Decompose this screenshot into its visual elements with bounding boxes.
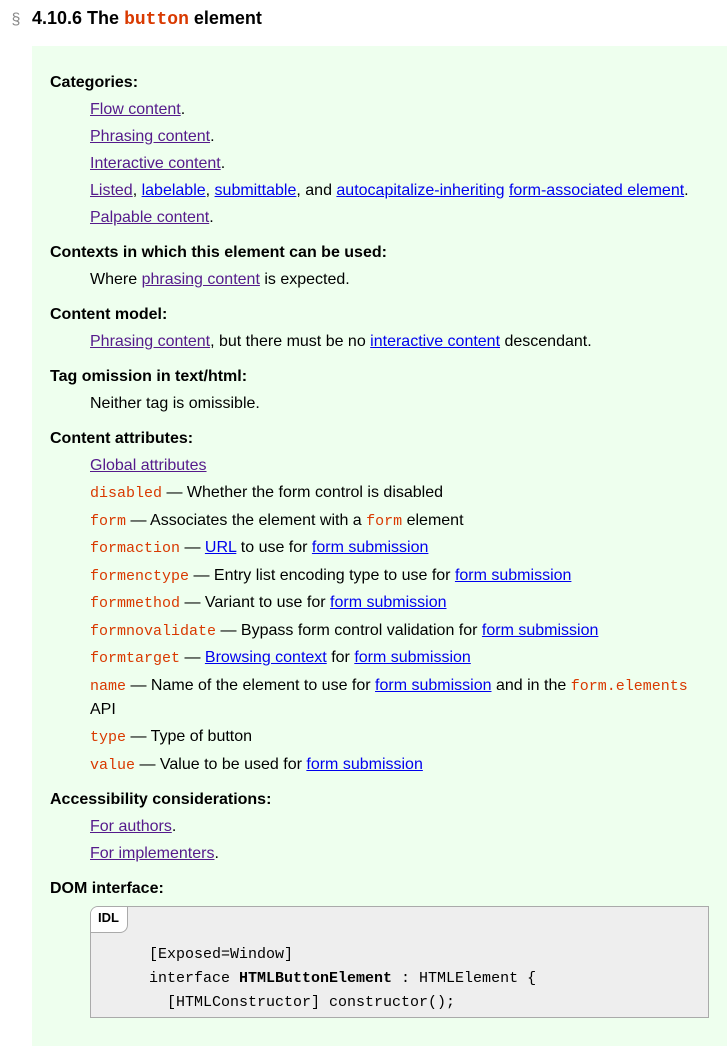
- link-form-submission-5[interactable]: form submission: [354, 649, 470, 666]
- attr-formenctype-desc: — Entry list encoding type to use for: [189, 567, 455, 584]
- element-definition-box: Categories: Flow content. Phrasing conte…: [32, 46, 727, 1046]
- attr-name-desc3: API: [90, 701, 116, 718]
- link-form-submission-3[interactable]: form submission: [330, 594, 446, 611]
- idl-line1: [Exposed=Window]: [149, 946, 293, 963]
- attr-formnovalidate-desc: — Bypass form control validation for: [216, 622, 482, 639]
- link-autocapitalize-inheriting[interactable]: autocapitalize-inheriting: [336, 182, 504, 199]
- dom-interface-label: DOM interface:: [50, 880, 709, 898]
- attr-type[interactable]: type: [90, 729, 126, 746]
- content-model-label: Content model:: [50, 306, 709, 324]
- attr-name-desc2: and in the: [492, 677, 571, 694]
- link-listed[interactable]: Listed: [90, 182, 133, 199]
- attr-name[interactable]: name: [90, 678, 126, 695]
- attr-form-desc2: element: [402, 512, 463, 529]
- link-form-submission-6[interactable]: form submission: [375, 677, 491, 694]
- link-browsing-context[interactable]: Browsing context: [205, 649, 327, 666]
- attr-formtarget-desc2: for: [327, 649, 355, 666]
- section-heading: 4.10.6 The button element: [32, 8, 262, 30]
- attr-form[interactable]: form: [90, 513, 126, 530]
- contexts-text2: is expected.: [260, 271, 350, 288]
- dash: —: [180, 539, 205, 556]
- link-palpable-content[interactable]: Palpable content: [90, 209, 209, 226]
- attr-formtarget[interactable]: formtarget: [90, 650, 180, 667]
- attr-disabled-desc: — Whether the form control is disabled: [162, 484, 443, 501]
- link-phrasing-content-3[interactable]: Phrasing content: [90, 333, 210, 350]
- text-and: , and: [296, 182, 336, 199]
- idl-line2c: : HTMLElement {: [392, 970, 536, 987]
- link-phrasing-content-2[interactable]: phrasing content: [142, 271, 260, 288]
- attr-disabled[interactable]: disabled: [90, 485, 162, 502]
- heading-prefix: 4.10.6 The: [32, 8, 124, 28]
- link-for-authors[interactable]: For authors: [90, 818, 172, 835]
- link-form-submission-4[interactable]: form submission: [482, 622, 598, 639]
- attr-form-desc1: — Associates the element with a: [126, 512, 366, 529]
- attr-form-code[interactable]: form: [366, 513, 402, 530]
- idl-block: IDL [Exposed=Window] interface HTMLButton…: [90, 906, 709, 1018]
- attr-formmethod[interactable]: formmethod: [90, 595, 180, 612]
- link-interactive-content[interactable]: Interactive content: [90, 155, 221, 172]
- link-form-associated-element[interactable]: form-associated element: [509, 182, 684, 199]
- attr-value-desc: — Value to be used for: [135, 756, 306, 773]
- attr-formmethod-desc: — Variant to use for: [180, 594, 330, 611]
- link-flow-content[interactable]: Flow content: [90, 101, 181, 118]
- heading-suffix: element: [189, 8, 262, 28]
- categories-label: Categories:: [50, 74, 709, 92]
- attr-formnovalidate[interactable]: formnovalidate: [90, 623, 216, 640]
- dash2: —: [180, 649, 205, 666]
- link-interactive-content-2[interactable]: interactive content: [370, 333, 500, 350]
- attr-name-api[interactable]: form.elements: [571, 678, 688, 695]
- content-model-end: descendant.: [500, 333, 592, 350]
- link-form-submission-1[interactable]: form submission: [312, 539, 428, 556]
- attr-formenctype[interactable]: formenctype: [90, 568, 189, 585]
- link-form-submission-2[interactable]: form submission: [455, 567, 571, 584]
- idl-line3: [HTMLConstructor] constructor();: [149, 994, 455, 1011]
- link-labelable[interactable]: labelable: [142, 182, 206, 199]
- link-phrasing-content[interactable]: Phrasing content: [90, 128, 210, 145]
- content-model-mid: , but there must be no: [210, 333, 370, 350]
- a11y-label: Accessibility considerations:: [50, 791, 709, 809]
- idl-tag: IDL: [90, 906, 128, 933]
- attr-name-desc1: — Name of the element to use for: [126, 677, 375, 694]
- link-for-implementers[interactable]: For implementers: [90, 845, 214, 862]
- idl-line2a: interface: [149, 970, 239, 987]
- content-attributes-label: Content attributes:: [50, 430, 709, 448]
- heading-code: button: [124, 10, 189, 30]
- attr-value[interactable]: value: [90, 757, 135, 774]
- contexts-label: Contexts in which this element can be us…: [50, 244, 709, 262]
- contexts-text1: Where: [90, 271, 142, 288]
- idl-interface-name: HTMLButtonElement: [239, 970, 392, 987]
- link-url[interactable]: URL: [205, 539, 236, 556]
- attr-formaction-desc2: to use for: [236, 539, 312, 556]
- link-submittable[interactable]: submittable: [215, 182, 297, 199]
- tag-omission-text: Neither tag is omissible.: [90, 392, 709, 416]
- tag-omission-label: Tag omission in text/html:: [50, 368, 709, 386]
- section-link-marker[interactable]: §: [8, 11, 24, 29]
- attr-formaction[interactable]: formaction: [90, 540, 180, 557]
- link-global-attributes[interactable]: Global attributes: [90, 457, 207, 474]
- attr-type-desc: — Type of button: [126, 728, 252, 745]
- link-form-submission-7[interactable]: form submission: [306, 756, 422, 773]
